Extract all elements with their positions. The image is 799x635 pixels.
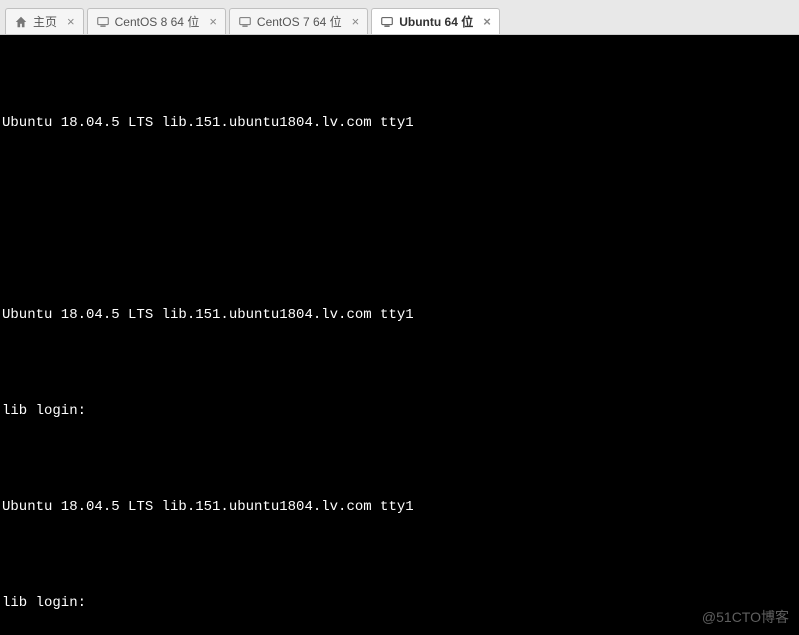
vm-icon — [380, 15, 394, 29]
terminal-line: Ubuntu 18.04.5 LTS lib.151.ubuntu1804.lv… — [0, 115, 799, 131]
tab-ubuntu[interactable]: Ubuntu 64 位 × — [371, 8, 500, 34]
terminal-console[interactable]: Ubuntu 18.04.5 LTS lib.151.ubuntu1804.lv… — [0, 35, 799, 635]
terminal-line — [0, 451, 799, 467]
terminal-line: lib login: — [0, 595, 799, 611]
terminal-line: Ubuntu 18.04.5 LTS lib.151.ubuntu1804.lv… — [0, 499, 799, 515]
tab-label: CentOS 7 64 位 — [257, 13, 342, 30]
terminal-line — [0, 259, 799, 275]
terminal-line: lib login: — [0, 403, 799, 419]
watermark: @51CTO博客 — [702, 607, 789, 627]
tab-centos8[interactable]: CentOS 8 64 位 × — [87, 8, 226, 34]
terminal-line — [0, 547, 799, 563]
tab-label: CentOS 8 64 位 — [115, 13, 200, 30]
close-icon[interactable]: × — [481, 15, 493, 28]
terminal-line — [0, 67, 799, 83]
tab-home[interactable]: 主页 × — [5, 8, 84, 34]
vm-icon — [238, 15, 252, 29]
terminal-line — [0, 355, 799, 371]
close-icon[interactable]: × — [350, 15, 362, 28]
close-icon[interactable]: × — [207, 15, 219, 28]
terminal-line — [0, 163, 799, 179]
terminal-line — [0, 211, 799, 227]
tab-bar: 主页 × CentOS 8 64 位 × CentOS 7 64 位 × Ubu… — [0, 0, 799, 35]
tab-centos7[interactable]: CentOS 7 64 位 × — [229, 8, 368, 34]
home-icon — [14, 15, 28, 29]
vm-icon — [96, 15, 110, 29]
tab-label: 主页 — [33, 13, 57, 30]
tab-label: Ubuntu 64 位 — [399, 13, 473, 30]
terminal-line: Ubuntu 18.04.5 LTS lib.151.ubuntu1804.lv… — [0, 307, 799, 323]
close-icon[interactable]: × — [65, 15, 77, 28]
